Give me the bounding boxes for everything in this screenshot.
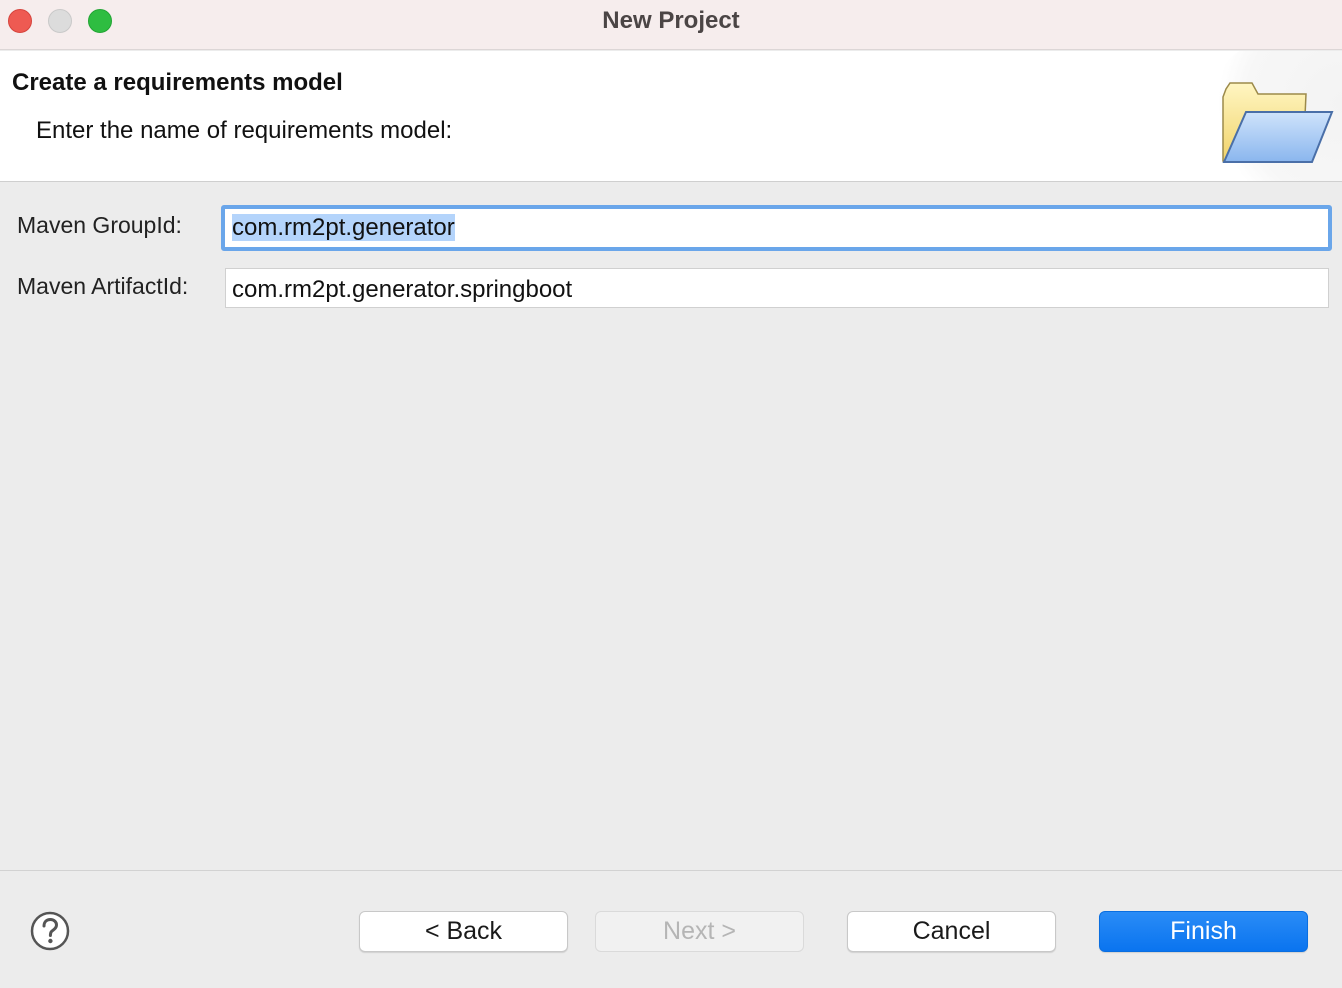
- footer-divider: [0, 870, 1342, 871]
- window-title: New Project: [602, 7, 740, 34]
- wizard-header: Create a requirements model Enter the na…: [0, 51, 1342, 182]
- cancel-button[interactable]: Cancel: [847, 911, 1056, 952]
- next-button[interactable]: Next >: [595, 911, 804, 952]
- back-button[interactable]: < Back: [359, 911, 568, 952]
- wizard-page-title: Create a requirements model: [12, 69, 343, 96]
- finish-button[interactable]: Finish: [1099, 911, 1308, 952]
- group-id-value: com.rm2pt.generator: [232, 214, 455, 241]
- artifact-id-input[interactable]: com.rm2pt.generator.springboot: [225, 268, 1329, 308]
- open-folder-icon: [1222, 82, 1334, 163]
- question-mark-icon[interactable]: [30, 911, 70, 951]
- group-id-input[interactable]: com.rm2pt.generator: [221, 205, 1332, 251]
- wizard-page-description: Enter the name of requirements model:: [36, 117, 453, 144]
- new-project-dialog: New Project Create a requirements model …: [0, 0, 1342, 988]
- group-id-label: Maven GroupId:: [17, 212, 182, 238]
- artifact-id-value: com.rm2pt.generator.springboot: [232, 276, 573, 303]
- artifact-id-label: Maven ArtifactId:: [17, 273, 189, 299]
- title-bar: New Project: [0, 0, 1342, 50]
